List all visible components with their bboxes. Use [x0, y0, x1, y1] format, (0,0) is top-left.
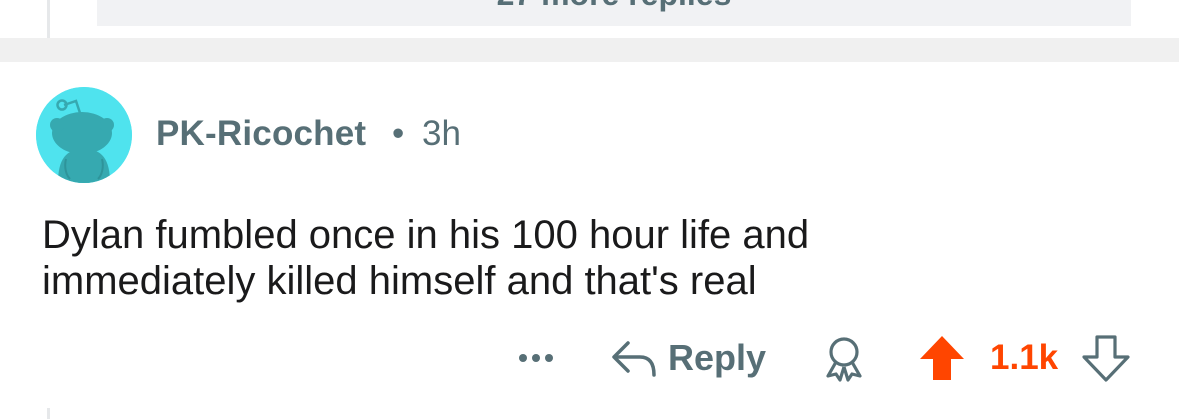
reply-label: Reply — [668, 337, 767, 378]
comment-view: 27 more replies PK-Ricochet • 3h Dylan f… — [0, 0, 1179, 419]
comment-body: Dylan fumbled once in his 100 hour life … — [42, 212, 1142, 304]
upvote-button[interactable] — [916, 333, 968, 383]
more-replies-button[interactable]: 27 more replies — [97, 0, 1131, 26]
comment-body-line: immediately killed himself and that's re… — [42, 259, 757, 303]
reddit-snoo-avatar-icon — [36, 87, 132, 183]
comment-actions: Reply 1.1k — [0, 330, 1179, 386]
thread-line[interactable] — [47, 0, 50, 38]
comment-timestamp: 3h — [422, 114, 461, 153]
award-icon — [826, 337, 862, 382]
reply-button[interactable]: Reply — [610, 334, 766, 382]
user-avatar[interactable] — [36, 87, 132, 183]
award-button[interactable] — [818, 334, 870, 382]
more-horizontal-icon — [519, 354, 527, 362]
downvote-button[interactable] — [1080, 333, 1132, 383]
downvote-arrow-icon — [1082, 335, 1130, 382]
comment-separator — [0, 38, 1179, 62]
vote-count: 1.1k — [990, 338, 1059, 377]
upvote-arrow-icon — [920, 336, 964, 380]
comment-username[interactable]: PK-Ricochet — [156, 114, 366, 154]
more-horizontal-icon — [532, 354, 540, 362]
more-replies-label: 27 more replies — [497, 0, 732, 13]
meta-separator: • — [392, 114, 405, 153]
thread-line[interactable] — [47, 408, 50, 419]
more-options-button[interactable] — [514, 340, 558, 376]
reply-arrow-icon — [612, 341, 656, 377]
more-horizontal-icon — [545, 354, 553, 362]
comment-body-line: Dylan fumbled once in his 100 hour life … — [42, 213, 810, 257]
